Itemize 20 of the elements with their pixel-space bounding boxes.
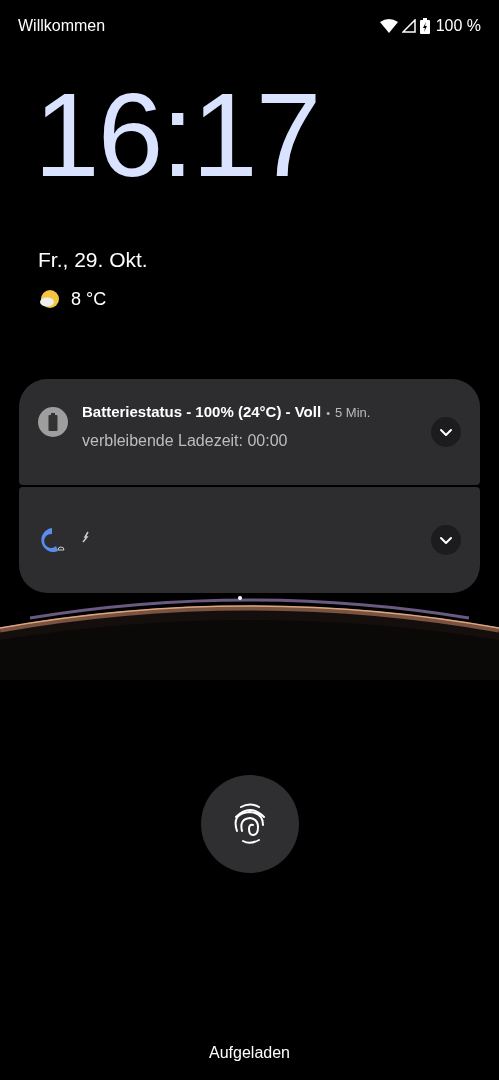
small-glyph-icon bbox=[82, 530, 90, 543]
notification-title: Batteriestatus - 100% (24°C) - Voll bbox=[82, 401, 322, 422]
expand-button[interactable] bbox=[431, 416, 461, 447]
battery-charging-icon bbox=[419, 18, 430, 34]
temperature: 8 °C bbox=[71, 287, 107, 311]
notification-text: verbleibende Ladezeit: 00:00 bbox=[82, 431, 289, 451]
weather-icon bbox=[39, 289, 61, 309]
fingerprint-icon bbox=[232, 802, 267, 845]
notification-time: 5 Min. bbox=[335, 403, 371, 422]
wifi-icon bbox=[379, 19, 398, 33]
separator-dot: • bbox=[326, 405, 330, 421]
battery-percent: 100 % bbox=[435, 16, 481, 36]
clock: 16:17 bbox=[33, 80, 321, 190]
charging-status: Aufgeladen bbox=[209, 1042, 290, 1063]
date: Fr., 29. Okt. bbox=[37, 247, 149, 273]
signal-icon bbox=[401, 19, 416, 33]
expand-button[interactable] bbox=[431, 524, 461, 555]
notification-card[interactable]: Batteriestatus - 100% (24°C) - Voll • 5 Min. verbleibende Ladezeit: 00:00 bbox=[19, 378, 480, 485]
battery-icon bbox=[38, 406, 68, 437]
carrier-text: Willkommen bbox=[18, 16, 106, 36]
